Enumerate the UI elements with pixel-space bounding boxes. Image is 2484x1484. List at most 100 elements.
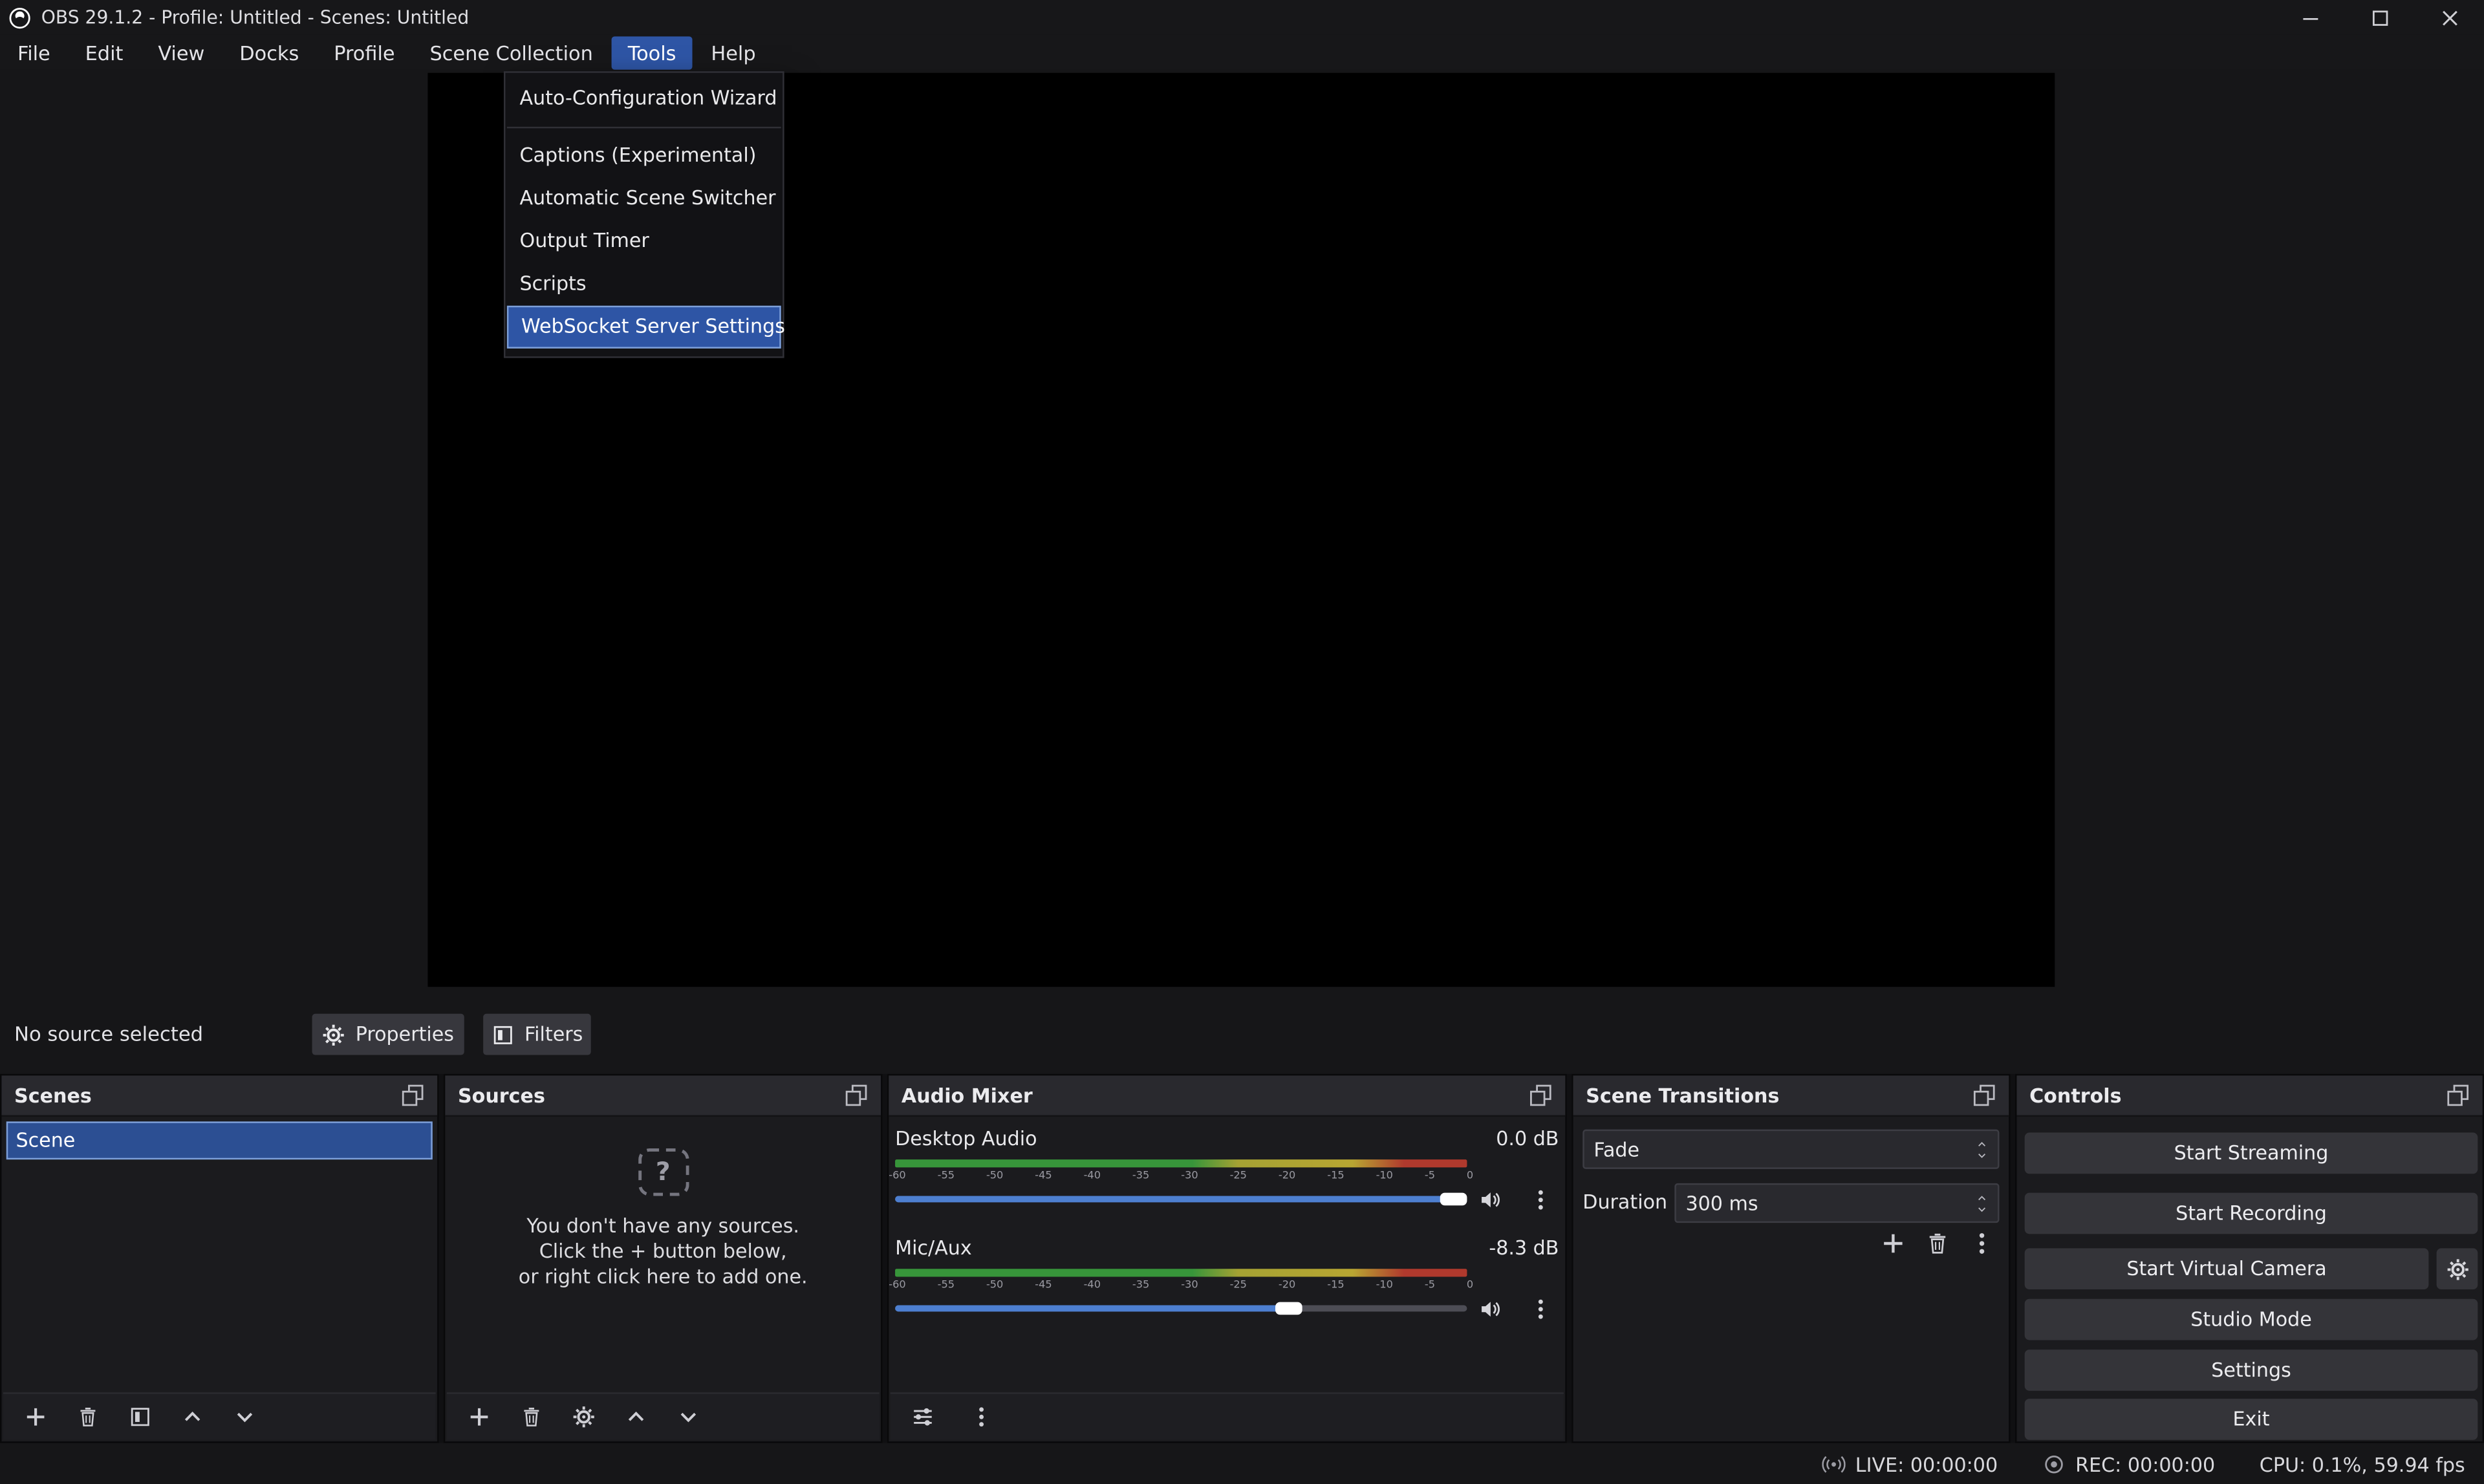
maximize-icon (2368, 6, 2392, 30)
slider-fill (895, 1196, 1445, 1203)
advanced-audio-button[interactable] (911, 1405, 935, 1429)
add-source-button[interactable] (468, 1405, 491, 1429)
tick-label: -5 (1425, 1278, 1435, 1291)
studio-mode-button[interactable]: Studio Mode (2025, 1299, 2478, 1340)
virtual-camera-config-button[interactable] (2437, 1248, 2478, 1289)
plus-icon (1881, 1231, 1906, 1256)
chevron-down-icon (1976, 1149, 1989, 1160)
exit-button[interactable]: Exit (2025, 1399, 2478, 1440)
close-button[interactable] (2414, 0, 2484, 35)
menu-item-automatic-scene-switcher[interactable]: Automatic Scene Switcher (507, 177, 781, 220)
scenes-dock-title: Scenes (14, 1084, 92, 1106)
menu-item-captions-experimental[interactable]: Captions (Experimental) (507, 134, 781, 177)
start-virtual-camera-button[interactable]: Start Virtual Camera (2025, 1248, 2429, 1289)
tick-label: -30 (1181, 1169, 1198, 1182)
rec-time: REC: 00:00:00 (2075, 1454, 2215, 1476)
scene-filters-button[interactable] (128, 1405, 152, 1429)
tick-label: -40 (1084, 1169, 1101, 1182)
obs-logo-icon (8, 6, 32, 30)
menu-help[interactable]: Help (695, 36, 772, 69)
plus-icon (24, 1405, 48, 1429)
tick-label: -35 (1132, 1169, 1149, 1182)
source-properties-button[interactable] (572, 1405, 596, 1429)
remove-scene-button[interactable] (76, 1405, 100, 1429)
mute-button[interactable] (1478, 1187, 1502, 1211)
menu-item-auto-configuration-wizard[interactable]: Auto-Configuration Wizard (507, 78, 781, 120)
popout-icon[interactable] (401, 1084, 425, 1108)
scene-transitions-dock-title: Scene Transitions (1586, 1084, 1779, 1106)
channel-options-button[interactable] (1529, 1187, 1553, 1211)
move-scene-down-button[interactable] (233, 1405, 257, 1429)
menu-bar: File Edit View Docks Profile Scene Colle… (0, 35, 2484, 70)
tick-label: -55 (938, 1278, 955, 1291)
combo-arrows (1976, 1138, 1989, 1160)
channel-options-button[interactable] (1529, 1296, 1553, 1320)
channel-level-db: 0.0 dB (1496, 1128, 1559, 1155)
maximize-button[interactable] (2345, 0, 2415, 35)
channel-name: Desktop Audio (895, 1128, 1037, 1155)
mixer-options-button[interactable] (969, 1405, 993, 1429)
add-transition-button[interactable] (1881, 1231, 1906, 1256)
cpu-fps-text: CPU: 0.1%, 59.94 fps (2260, 1454, 2465, 1476)
popout-icon[interactable] (2446, 1084, 2470, 1108)
popout-icon[interactable] (1529, 1084, 1553, 1108)
duration-spinbox[interactable]: 300 ms (1674, 1183, 1999, 1223)
tick-label: -35 (1132, 1278, 1149, 1291)
meter-scale: -60-55-50-45-40-35-30-25-20-15-10-50 (889, 1169, 1473, 1182)
menu-view[interactable]: View (142, 36, 221, 69)
minimize-icon (2298, 6, 2322, 30)
menu-separator (507, 127, 781, 128)
remove-source-button[interactable] (520, 1405, 544, 1429)
tick-label: -55 (938, 1169, 955, 1182)
minimize-button[interactable] (2275, 0, 2345, 35)
chevron-up-icon (180, 1405, 204, 1429)
controls-dock-title: Controls (2029, 1084, 2121, 1106)
plus-icon (468, 1405, 491, 1429)
start-streaming-button[interactable]: Start Streaming (2025, 1133, 2478, 1174)
move-source-up-button[interactable] (624, 1405, 648, 1429)
scene-list-item[interactable]: Scene (6, 1121, 433, 1159)
menu-item-scripts[interactable]: Scripts (507, 263, 781, 306)
menu-edit[interactable]: Edit (69, 36, 139, 69)
controls-dock-header: Controls (2016, 1075, 2482, 1117)
menu-file[interactable]: File (1, 36, 66, 69)
popout-icon[interactable] (845, 1084, 869, 1108)
source-action-row: No source selected Properties Filters (0, 1014, 2484, 1057)
window-title: OBS 29.1.2 - Profile: Untitled - Scenes:… (41, 6, 470, 28)
move-scene-up-button[interactable] (180, 1405, 204, 1429)
tick-label: -60 (889, 1278, 905, 1291)
question-mark-icon: ? (638, 1148, 688, 1196)
tick-label: -10 (1376, 1169, 1393, 1182)
add-scene-button[interactable] (24, 1405, 48, 1429)
chevron-down-icon (676, 1405, 700, 1429)
menu-tools[interactable]: Tools (612, 36, 692, 69)
spin-arrows[interactable] (1976, 1192, 1989, 1214)
gear-icon (2445, 1257, 2469, 1281)
chevron-down-icon (233, 1405, 257, 1429)
menu-scene-collection[interactable]: Scene Collection (414, 36, 609, 69)
transition-select[interactable]: Fade (1582, 1130, 1999, 1169)
rec-icon (2042, 1452, 2066, 1476)
menu-item-output-timer[interactable]: Output Timer (507, 220, 781, 263)
filters-button[interactable]: Filters (483, 1014, 591, 1055)
menu-docks[interactable]: Docks (224, 36, 315, 69)
tick-label: -25 (1230, 1278, 1247, 1291)
no-source-label: No source selected (14, 1022, 203, 1046)
volume-slider[interactable] (895, 1297, 1467, 1319)
start-recording-button[interactable]: Start Recording (2025, 1193, 2478, 1234)
menu-item-websocket-server-settings[interactable]: WebSocket Server Settings (507, 306, 781, 349)
volume-slider[interactable] (895, 1188, 1467, 1210)
settings-button[interactable]: Settings (2025, 1350, 2478, 1391)
volume-slider-handle[interactable] (1440, 1193, 1467, 1206)
properties-button[interactable]: Properties (312, 1014, 464, 1055)
popout-icon[interactable] (1972, 1084, 1996, 1108)
menu-profile[interactable]: Profile (318, 36, 411, 69)
remove-transition-button[interactable] (1925, 1231, 1950, 1256)
transition-options-button[interactable] (1969, 1231, 1994, 1256)
move-source-down-button[interactable] (676, 1405, 700, 1429)
mute-button[interactable] (1478, 1296, 1502, 1320)
filters-icon (491, 1022, 515, 1046)
sources-dock: Sources ? You don't have any sources. Cl… (444, 1074, 883, 1443)
mixer-channel-desktop-audio: Desktop Audio 0.0 dB -60-55-50-45-40-35-… (895, 1128, 1559, 1212)
volume-slider-handle[interactable] (1275, 1302, 1302, 1315)
